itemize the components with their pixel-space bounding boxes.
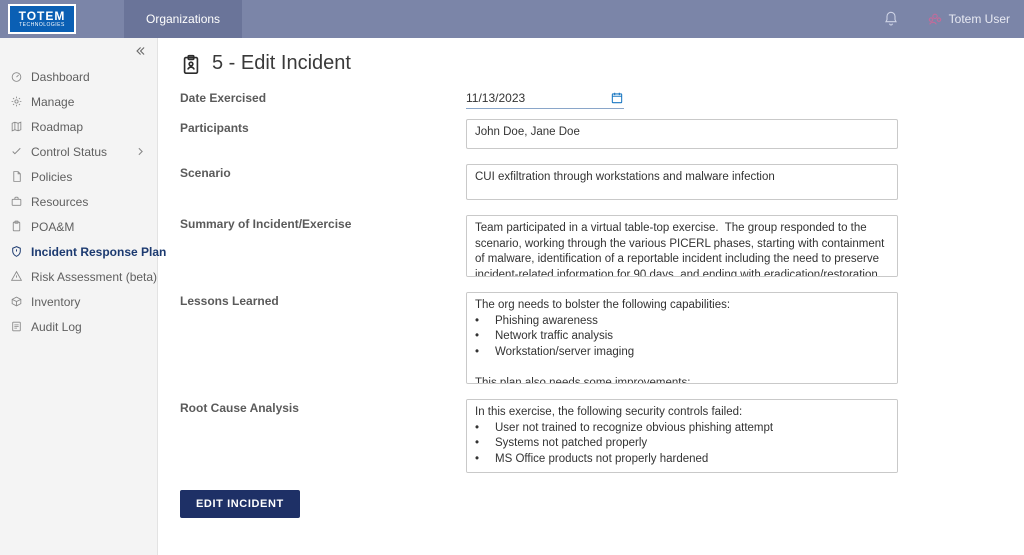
user-name-label: Totem User — [949, 12, 1010, 26]
sidebar-item-roadmap[interactable]: Roadmap — [0, 114, 157, 139]
sidebar-item-label: POA&M — [31, 220, 74, 234]
top-bar: TOTEM TECHNOLOGIES Organizations Totem U… — [0, 0, 1024, 38]
nav-organizations[interactable]: Organizations — [124, 0, 242, 38]
bell-icon[interactable] — [883, 11, 899, 27]
sidebar-item-policies[interactable]: Policies — [0, 164, 157, 189]
label-root-cause: Root Cause Analysis — [180, 399, 466, 478]
sidebar-item-label: Roadmap — [31, 120, 83, 134]
row-root-cause: Root Cause Analysis — [180, 399, 984, 478]
box-icon — [10, 295, 23, 308]
sidebar-item-incident-response-plan[interactable]: Incident Response Plan — [0, 239, 157, 264]
briefcase-icon — [10, 195, 23, 208]
sidebar-item-label: Incident Response Plan — [31, 245, 166, 259]
sidebar-item-resources[interactable]: Resources — [0, 189, 157, 214]
sidebar-item-label: Dashboard — [31, 70, 90, 84]
edit-incident-button[interactable]: EDIT INCIDENT — [180, 490, 300, 518]
chevron-right-icon — [134, 145, 147, 158]
row-lessons: Lessons Learned — [180, 292, 984, 389]
sidebar-item-label: Audit Log — [31, 320, 82, 334]
map-icon — [10, 120, 23, 133]
label-date-exercised: Date Exercised — [180, 89, 466, 109]
label-lessons: Lessons Learned — [180, 292, 466, 389]
logo-sub-text: TECHNOLOGIES — [19, 22, 65, 28]
sidebar-item-audit-log[interactable]: Audit Log — [0, 314, 157, 339]
label-scenario: Scenario — [180, 164, 466, 205]
date-exercised-value: 11/13/2023 — [466, 91, 525, 105]
date-exercised-input[interactable]: 11/13/2023 — [466, 89, 624, 109]
label-participants: Participants — [180, 119, 466, 154]
badge-id-icon — [180, 53, 202, 75]
row-date-exercised: Date Exercised 11/13/2023 — [180, 89, 984, 109]
sidebar-item-inventory[interactable]: Inventory — [0, 289, 157, 314]
main-panel: 5 - Edit Incident Date Exercised 11/13/2… — [158, 38, 1024, 555]
sidebar-item-risk-assessment[interactable]: Risk Assessment (beta) — [0, 264, 157, 289]
check-icon — [10, 145, 23, 158]
clipboard-icon — [10, 220, 23, 233]
sidebar-item-label: Inventory — [31, 295, 80, 309]
sidebar-item-label: Control Status — [31, 145, 107, 159]
sidebar-item-control-status[interactable]: Control Status — [0, 139, 157, 164]
sidebar-item-label: Resources — [31, 195, 88, 209]
list-icon — [10, 320, 23, 333]
sidebar-item-label: Manage — [31, 95, 74, 109]
root-cause-input[interactable] — [466, 399, 898, 473]
row-summary: Summary of Incident/Exercise — [180, 215, 984, 282]
shield-alert-icon — [10, 245, 23, 258]
sidebar-item-label: Risk Assessment (beta) — [31, 270, 157, 284]
nav-organizations-label: Organizations — [146, 12, 220, 26]
sidebar-item-dashboard[interactable]: Dashboard — [0, 64, 157, 89]
app-logo[interactable]: TOTEM TECHNOLOGIES — [8, 4, 76, 34]
lessons-input[interactable] — [466, 292, 898, 384]
user-avatar-icon — [927, 11, 943, 27]
calendar-icon — [610, 91, 624, 105]
page-title: 5 - Edit Incident — [212, 52, 351, 75]
participants-input[interactable] — [466, 119, 898, 149]
sidebar: Dashboard Manage Roadmap Control Status … — [0, 38, 158, 555]
logo-main-text: TOTEM — [19, 10, 66, 22]
sidebar-item-manage[interactable]: Manage — [0, 89, 157, 114]
row-scenario: Scenario — [180, 164, 984, 205]
user-menu[interactable]: Totem User — [927, 11, 1010, 27]
row-participants: Participants — [180, 119, 984, 154]
edit-incident-button-label: EDIT INCIDENT — [196, 498, 284, 510]
scenario-input[interactable] — [466, 164, 898, 200]
gauge-icon — [10, 70, 23, 83]
alert-icon — [10, 270, 23, 283]
cog-icon — [10, 95, 23, 108]
sidebar-item-label: Policies — [31, 170, 72, 184]
label-summary: Summary of Incident/Exercise — [180, 215, 466, 282]
sidebar-item-poam[interactable]: POA&M — [0, 214, 157, 239]
summary-input[interactable] — [466, 215, 898, 277]
sidebar-collapse-button[interactable] — [0, 38, 157, 64]
doc-icon — [10, 170, 23, 183]
page-header: 5 - Edit Incident — [180, 52, 984, 75]
